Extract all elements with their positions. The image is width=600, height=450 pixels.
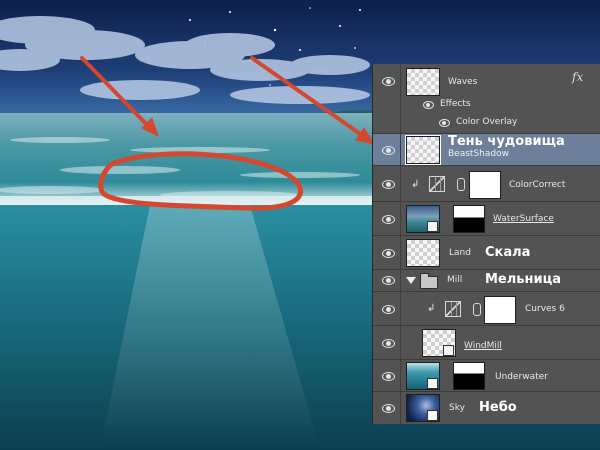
annotation-rock: Скала <box>485 245 531 260</box>
layer-row-sky[interactable]: Sky Небо <box>373 392 600 424</box>
smart-object-icon <box>427 378 438 389</box>
eye-icon[interactable] <box>439 119 450 127</box>
eye-icon[interactable] <box>382 146 395 155</box>
eye-icon[interactable] <box>382 305 395 314</box>
annotation-mill: Мельница <box>485 272 561 287</box>
smart-object-icon <box>427 410 438 421</box>
layer-row-underwater[interactable]: Underwater <box>373 360 600 392</box>
layer-name-curves6[interactable]: Curves 6 <box>525 304 565 315</box>
adjustment-icon <box>429 176 445 192</box>
visibility-toggle-sky[interactable] <box>373 392 401 424</box>
visibility-toggle-waves[interactable] <box>373 64 401 133</box>
layer-name-underwater[interactable]: Underwater <box>495 372 548 383</box>
eye-icon[interactable] <box>382 215 395 224</box>
layer-row-land[interactable]: Land Скала <box>373 236 600 270</box>
eye-icon[interactable] <box>382 404 395 413</box>
layer-name-beastshadow[interactable]: BeastShadow <box>448 149 509 160</box>
layer-thumbnail-underwater <box>406 362 440 390</box>
fx-icon[interactable]: fx <box>572 70 583 84</box>
layer-name-mill[interactable]: Mill <box>447 275 462 286</box>
eye-icon[interactable] <box>382 339 395 348</box>
layer-thumbnail-windmill <box>422 329 456 357</box>
expand-triangle-icon[interactable] <box>406 277 416 284</box>
layer-row-windmill[interactable]: WindMill <box>373 326 600 360</box>
layer-mask-underwater[interactable] <box>453 362 485 390</box>
layer-mask-watersurface[interactable] <box>453 205 485 233</box>
layer-name-watersurface[interactable]: WaterSurface <box>493 214 554 225</box>
layer-row-beastshadow[interactable]: Тень чудовища BeastShadow <box>373 134 600 166</box>
layer-mask-curves6[interactable] <box>484 296 516 324</box>
visibility-toggle-curves6[interactable] <box>373 292 401 325</box>
clip-arrow-icon: ↲ <box>411 179 420 190</box>
smart-object-icon <box>427 221 438 232</box>
layer-name-colorcorrect[interactable]: ColorCorrect <box>509 180 565 191</box>
layer-mask-colorcorrect[interactable] <box>469 171 501 199</box>
layer-name-land[interactable]: Land <box>449 248 471 259</box>
folder-icon <box>420 273 438 289</box>
layers-panel: Waves fx Effects Color Overlay Тень чудо… <box>372 64 600 424</box>
effects-label[interactable]: Effects <box>440 99 471 110</box>
layer-row-curves6[interactable]: ↲ Curves 6 <box>373 292 600 326</box>
layer-thumbnail-waves <box>406 68 440 96</box>
visibility-toggle-beastshadow[interactable] <box>373 134 401 165</box>
layer-name-waves[interactable]: Waves <box>448 77 477 88</box>
layer-row-watersurface[interactable]: WaterSurface <box>373 202 600 236</box>
layer-thumbnail-sky <box>406 394 440 422</box>
annotation-beast-shadow: Тень чудовища <box>448 134 565 149</box>
layer-thumbnail-watersurface <box>406 205 440 233</box>
clip-arrow-icon: ↲ <box>427 303 436 314</box>
adjustment-icon <box>445 301 461 317</box>
eye-icon[interactable] <box>382 180 395 189</box>
eye-icon[interactable] <box>382 77 395 86</box>
link-icon[interactable] <box>473 303 481 316</box>
layer-row-waves[interactable]: Waves fx Effects Color Overlay <box>373 64 600 134</box>
layer-thumbnail-land <box>406 239 440 267</box>
layer-thumbnail-beastshadow <box>405 135 441 165</box>
visibility-toggle-colorcorrect[interactable] <box>373 166 401 201</box>
layer-group-mill[interactable]: Mill Мельница <box>373 270 600 292</box>
visibility-toggle-watersurface[interactable] <box>373 202 401 235</box>
effect-color-overlay[interactable]: Color Overlay <box>456 117 517 128</box>
eye-icon[interactable] <box>423 101 434 109</box>
link-icon[interactable] <box>457 178 465 191</box>
layer-row-colorcorrect[interactable]: ↲ ColorCorrect <box>373 166 600 202</box>
annotation-sky: Небо <box>479 400 517 415</box>
visibility-toggle-land[interactable] <box>373 236 401 269</box>
visibility-toggle-mill[interactable] <box>373 270 401 291</box>
layer-name-sky[interactable]: Sky <box>449 403 465 414</box>
layer-name-windmill[interactable]: WindMill <box>464 341 502 352</box>
eye-icon[interactable] <box>382 276 395 285</box>
visibility-toggle-windmill[interactable] <box>373 326 401 359</box>
eye-icon[interactable] <box>382 372 395 381</box>
smart-object-icon <box>443 345 454 356</box>
eye-icon[interactable] <box>382 249 395 258</box>
visibility-toggle-underwater[interactable] <box>373 360 401 391</box>
